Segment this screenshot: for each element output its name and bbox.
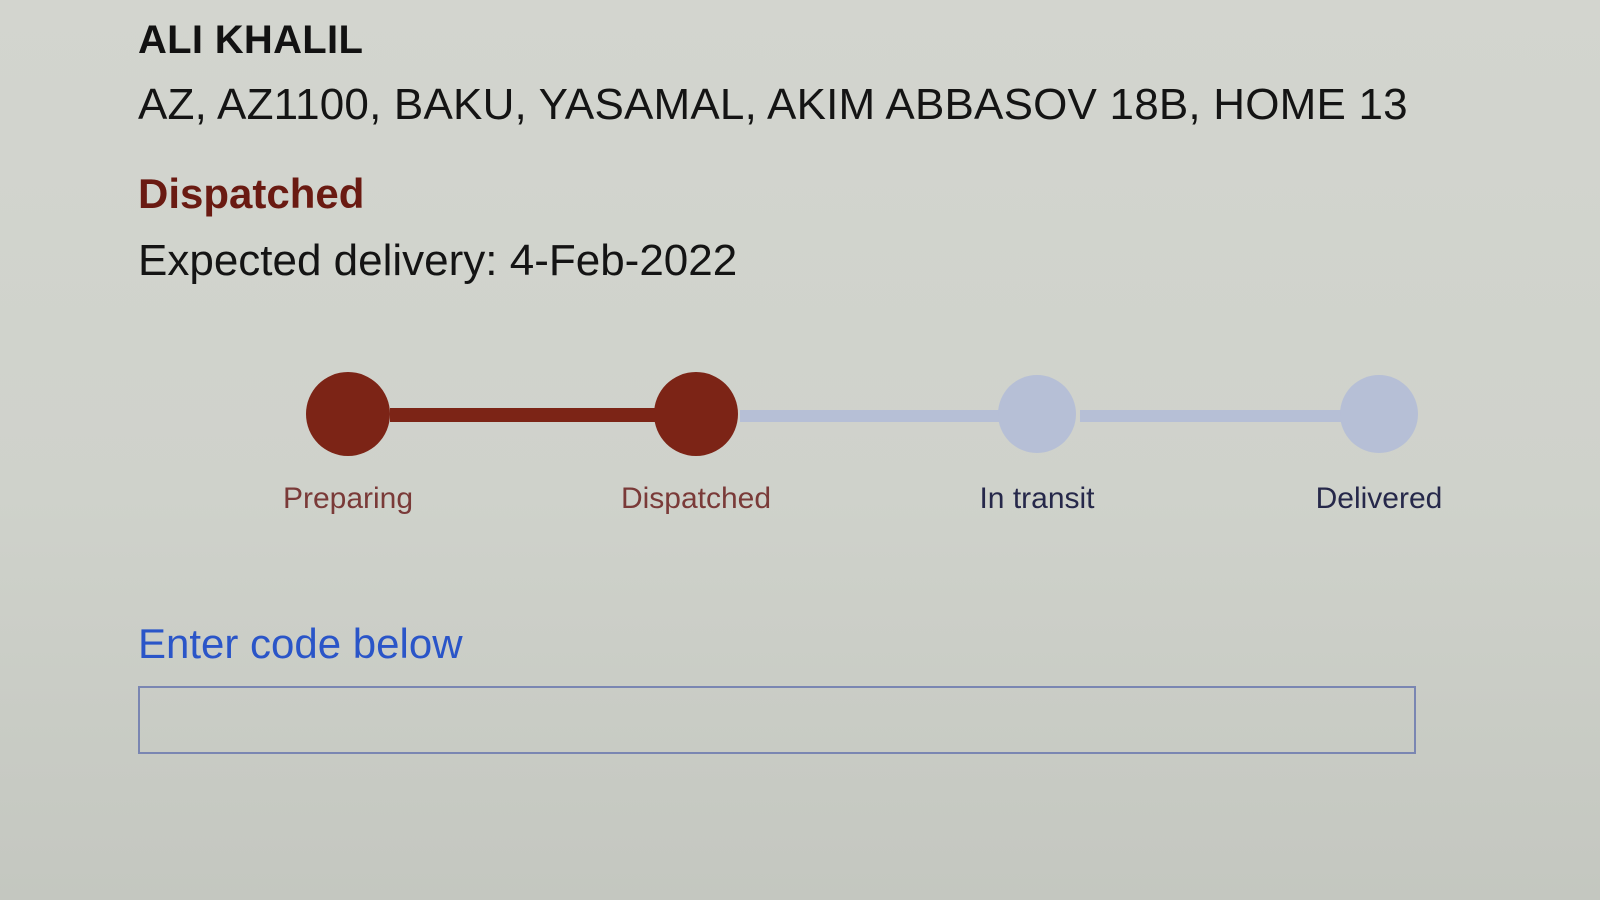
- step-dot-in-transit: [998, 375, 1076, 453]
- code-input-label: Enter code below: [138, 620, 463, 667]
- step-dot-preparing: [306, 372, 390, 456]
- recipient-name: ALI KHALIL: [138, 18, 364, 62]
- code-input[interactable]: [138, 686, 1416, 754]
- recipient-address: AZ, AZ1100, BAKU, YASAMAL, AKIM ABBASOV …: [138, 80, 1408, 129]
- step-label-in-transit: In transit: [979, 482, 1095, 515]
- step-label-dispatched: Dispatched: [620, 482, 772, 515]
- step-label-delivered: Delivered: [1315, 482, 1443, 515]
- delivery-tracking-page: ALI KHALIL AZ, AZ1100, BAKU, YASAMAL, AK…: [0, 0, 1600, 900]
- step-dot-dispatched: [654, 372, 738, 456]
- step-dot-delivered: [1340, 375, 1418, 453]
- step-label-preparing: Preparing: [282, 482, 414, 515]
- progress-segment-pending: [1080, 410, 1360, 422]
- expected-delivery-date: Expected delivery: 4-Feb-2022: [138, 236, 738, 285]
- progress-tracker: Preparing Dispatched In transit Delivere…: [0, 360, 1600, 540]
- progress-segment-pending: [740, 410, 1040, 422]
- shipment-status: Dispatched: [138, 170, 365, 217]
